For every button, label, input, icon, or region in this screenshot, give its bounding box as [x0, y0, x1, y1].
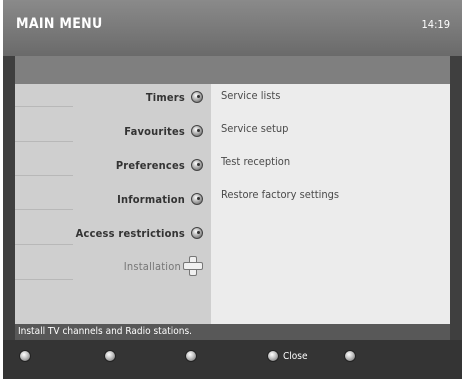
submenu-item-service-lists[interactable]: Service lists: [221, 89, 280, 102]
submenu-item-test-reception[interactable]: Test reception: [221, 155, 290, 168]
row-divider: [15, 279, 73, 280]
menu-panel: Timers Favourites Preferences Informatio…: [15, 84, 450, 324]
green-key-button[interactable]: [104, 350, 116, 362]
knob-icon: [191, 227, 203, 239]
close-label: Close: [283, 350, 308, 362]
submenu-column: Service lists Service setup Test recepti…: [211, 84, 450, 324]
menu-item-label: Preferences: [115, 158, 185, 172]
menu-item-installation[interactable]: Installation: [123, 256, 203, 276]
menu-item-preferences[interactable]: Preferences: [116, 156, 203, 174]
row-divider: [15, 175, 73, 176]
knob-icon: [191, 91, 203, 103]
submenu-item-restore-factory-settings[interactable]: Restore factory settings: [221, 188, 339, 201]
option-key-icon: [344, 350, 356, 362]
red-key-button[interactable]: [19, 350, 31, 362]
menu-item-timers[interactable]: Timers: [146, 88, 203, 106]
dpad-navigation-icon: [183, 256, 203, 276]
option-key-button[interactable]: [344, 350, 356, 362]
menu-item-label: Favourites: [124, 124, 185, 138]
yellow-key-button[interactable]: [185, 350, 197, 362]
blue-key-icon: [267, 350, 279, 362]
header-band: [15, 56, 450, 84]
menu-item-label: Installation: [123, 259, 181, 273]
clock: 14:19: [421, 18, 450, 31]
menu-item-label: Timers: [145, 90, 185, 104]
tv-menu-screen: MAIN MENU 14:19 Timers Favourites Prefer…: [3, 0, 462, 379]
knob-icon: [191, 193, 203, 205]
row-divider: [15, 244, 73, 245]
title-bar: MAIN MENU 14:19: [3, 0, 462, 56]
main-menu-column: Timers Favourites Preferences Informatio…: [15, 84, 211, 324]
row-divider: [15, 106, 73, 107]
page-title: MAIN MENU: [16, 16, 103, 32]
menu-item-favourites[interactable]: Favourites: [124, 122, 203, 140]
knob-icon: [191, 159, 203, 171]
row-divider: [15, 209, 73, 210]
yellow-key-icon: [185, 350, 197, 362]
menu-item-access-restrictions[interactable]: Access restrictions: [76, 224, 203, 242]
row-divider: [15, 141, 73, 142]
menu-item-label: Information: [117, 192, 185, 206]
submenu-item-service-setup[interactable]: Service setup: [221, 122, 288, 135]
knob-icon: [191, 125, 203, 137]
close-button[interactable]: Close: [267, 350, 308, 362]
green-key-icon: [104, 350, 116, 362]
status-bar: Install TV channels and Radio stations.: [15, 324, 450, 340]
footer-bar: Close: [3, 340, 462, 379]
red-key-icon: [19, 350, 31, 362]
menu-item-information[interactable]: Information: [117, 190, 203, 208]
menu-item-label: Access restrictions: [75, 226, 185, 240]
